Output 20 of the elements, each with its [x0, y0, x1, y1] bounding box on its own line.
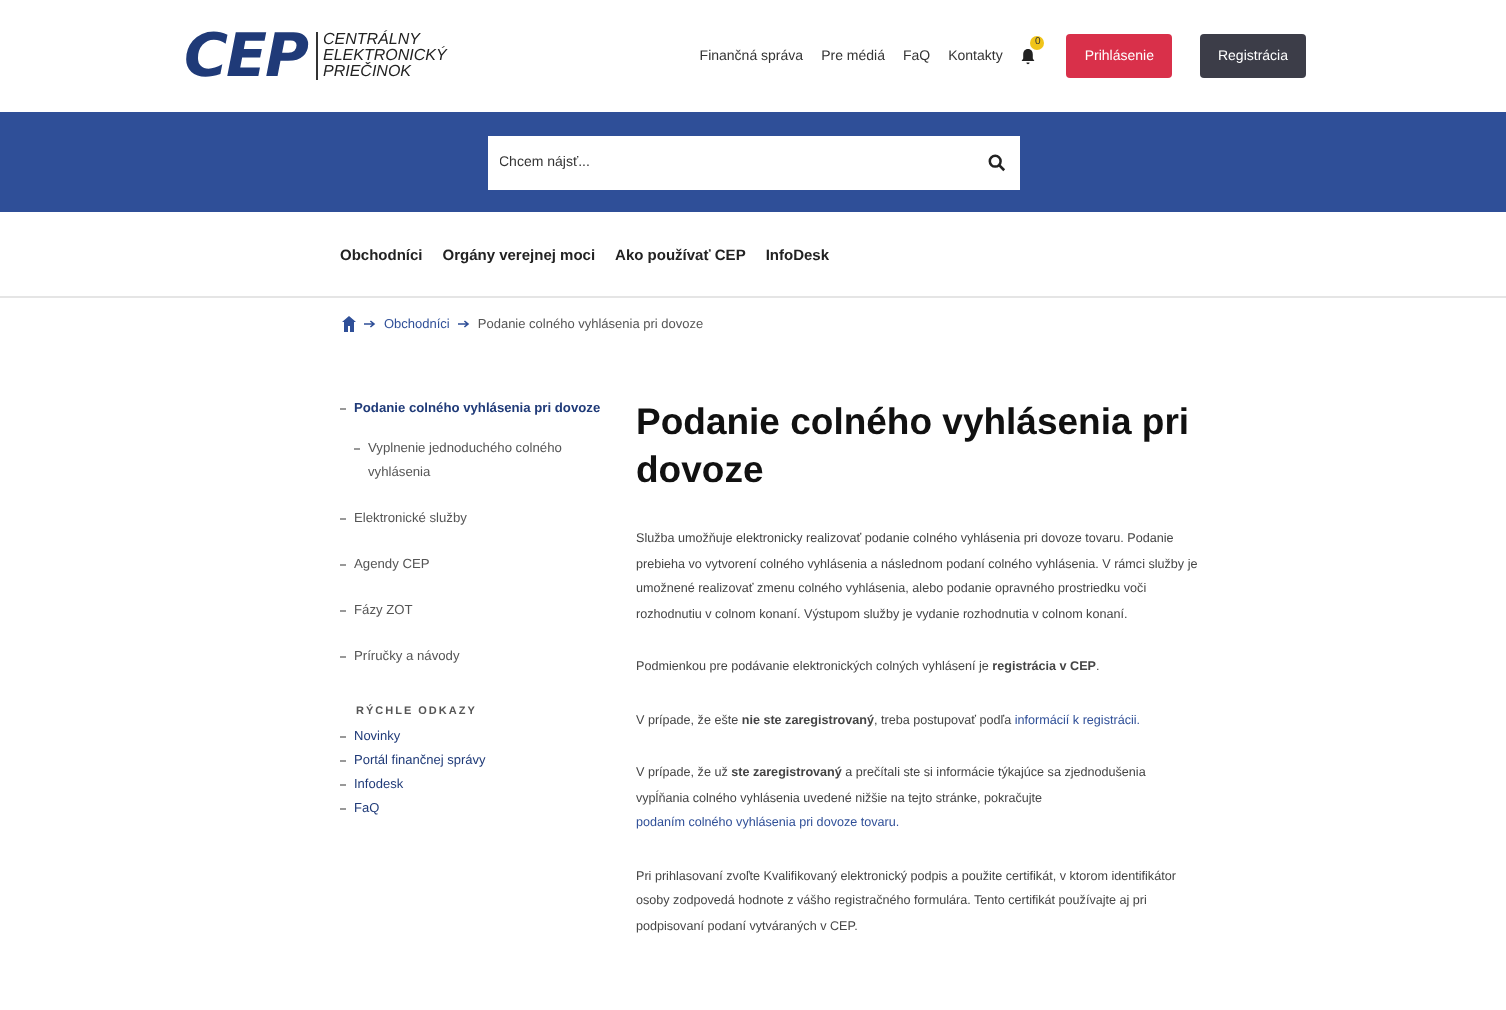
- dash-icon: [340, 760, 346, 762]
- logo-text: PRIEČINOK: [323, 64, 414, 80]
- dash-icon: [340, 784, 346, 786]
- logo-text: ELEKTRONICKÝ: [323, 48, 447, 64]
- bell-icon[interactable]: [1020, 47, 1037, 65]
- dash-icon: [340, 610, 346, 612]
- dash-icon: [340, 808, 346, 810]
- dash-icon: [340, 518, 346, 520]
- page-title: Podanie colného vyhlásenia pri dovoze: [636, 398, 1192, 494]
- dash-icon: [340, 408, 346, 410]
- arrow-icon: [457, 320, 470, 328]
- home-icon[interactable]: [342, 316, 356, 332]
- search-icon[interactable]: [987, 153, 1005, 171]
- logo-mark: CEP: [184, 21, 307, 91]
- logo-text: CENTRÁLNY: [323, 32, 421, 48]
- dash-icon: [354, 448, 360, 450]
- dash-icon: [340, 736, 346, 738]
- dash-icon: [340, 564, 346, 566]
- arrow-icon: [364, 320, 376, 328]
- dash-icon: [340, 656, 346, 658]
